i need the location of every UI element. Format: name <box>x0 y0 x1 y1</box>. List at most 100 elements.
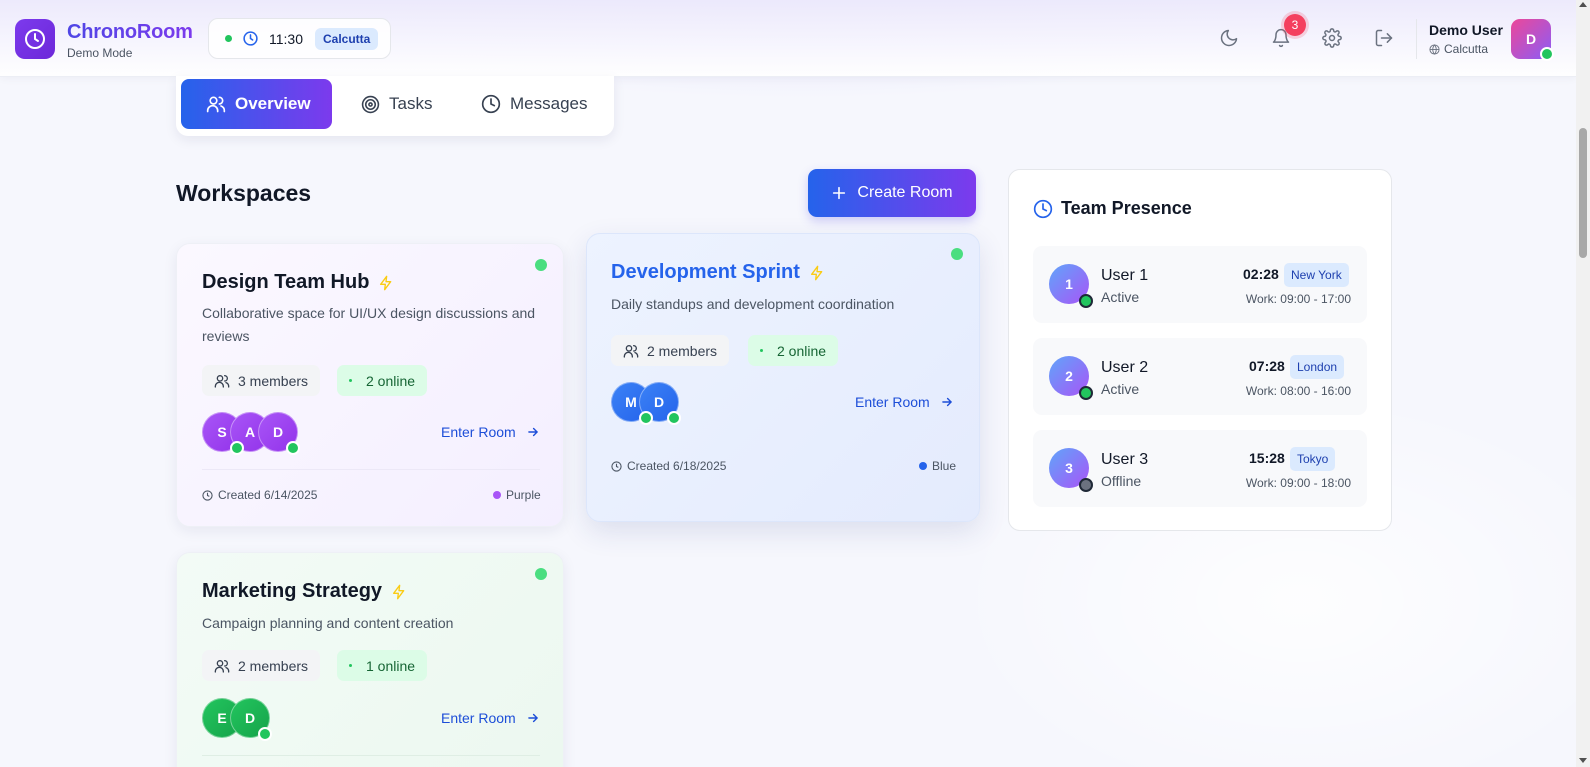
clock-icon <box>243 31 258 46</box>
online-chip: 1 online <box>337 650 428 681</box>
user-status: Active <box>1101 381 1140 397</box>
tab-tasks-label: Tasks <box>389 94 433 113</box>
clock-icon <box>202 489 213 501</box>
gear-icon <box>1322 28 1342 48</box>
color-dot <box>493 491 501 499</box>
arrow-right-icon <box>527 427 538 437</box>
user-name: User 1 <box>1101 267 1149 284</box>
member-avatars: S A D <box>202 412 302 455</box>
notification-count-badge[interactable]: 3 <box>1284 14 1306 36</box>
presence-user-row[interactable]: 2 User 2 Active 07:28 London Work: 08:00… <box>1033 338 1367 415</box>
presence-title: Team Presence <box>1033 198 1192 219</box>
online-chip: 2 online <box>337 365 428 396</box>
clock-icon <box>1033 199 1053 218</box>
user-local-time: 02:28 <box>1243 266 1279 282</box>
room-name: Marketing Strategy <box>202 580 383 602</box>
tab-messages[interactable]: Messages <box>481 79 587 129</box>
member-avatars: E D <box>202 698 282 741</box>
user-local-time: 07:28 <box>1249 358 1285 374</box>
logout-button[interactable] <box>1372 26 1396 50</box>
online-dot <box>349 664 352 667</box>
settings-button[interactable] <box>1320 26 1344 50</box>
online-dot <box>349 379 352 382</box>
presence-user-row[interactable]: 1 User 1 Active 02:28 New York Work: 09:… <box>1033 246 1367 323</box>
user-name: Demo User <box>1429 22 1503 38</box>
room-status-dot <box>535 259 547 271</box>
presence-user-row[interactable]: 3 User 3 Offline 15:28 Tokyo Work: 09:00… <box>1033 430 1367 507</box>
room-color-name: Blue <box>932 459 957 473</box>
enter-room-label: Enter Room <box>441 424 516 440</box>
room-name: Design Team Hub <box>202 271 370 293</box>
clock-icon <box>481 94 501 114</box>
color-dot <box>919 462 927 470</box>
card-divider <box>202 469 540 470</box>
user-local-time: 15:28 <box>1249 450 1285 466</box>
moon-icon <box>1220 29 1238 47</box>
lightning-icon <box>380 275 392 290</box>
tab-overview-label: Overview <box>235 94 311 113</box>
users-icon <box>206 96 226 113</box>
member-online-dot <box>286 441 300 455</box>
user-online-dot <box>1079 386 1093 400</box>
target-icon <box>361 95 380 113</box>
header-divider <box>1416 19 1417 59</box>
user-offline-dot <box>1079 478 1093 492</box>
scroll-up-arrow[interactable] <box>1579 2 1587 7</box>
workspaces-title: Workspaces <box>176 180 312 206</box>
online-count: 2 online <box>366 372 416 389</box>
team-presence-panel: Team Presence 1 User 1 Active 02:28 New … <box>1008 169 1392 531</box>
room-status-dot <box>951 248 963 260</box>
card-divider <box>202 755 540 756</box>
users-icon <box>623 344 639 358</box>
room-title: Marketing Strategy <box>202 580 407 603</box>
user-online-indicator <box>1540 47 1554 61</box>
room-created: Created 6/14/2025 <box>202 488 317 502</box>
plus-icon <box>833 186 846 200</box>
arrow-right-icon <box>527 713 538 723</box>
page-scrollbar[interactable] <box>1576 0 1590 767</box>
tab-tasks[interactable]: Tasks <box>361 79 432 129</box>
online-dot <box>760 349 763 352</box>
room-card-marketing[interactable]: Marketing Strategy Campaign planning and… <box>176 552 564 767</box>
clock-time: 11:30 <box>269 30 303 47</box>
tab-overview[interactable]: Overview <box>181 79 332 129</box>
member-online-dot <box>667 411 681 425</box>
online-chip: 2 online <box>748 335 839 366</box>
clock-logo-icon <box>25 29 45 49</box>
room-color-tag: Purple <box>493 488 541 502</box>
create-room-button[interactable]: Create Room <box>808 169 976 217</box>
room-description: Campaign planning and content creation <box>202 615 454 631</box>
tab-messages-label: Messages <box>510 94 588 113</box>
room-color-tag: Blue <box>919 459 956 473</box>
members-chip: 2 members <box>202 650 321 681</box>
scroll-thumb[interactable] <box>1579 128 1587 258</box>
enter-room-label: Enter Room <box>441 710 516 726</box>
room-created-text: Created 6/18/2025 <box>627 459 727 473</box>
live-indicator <box>225 35 232 42</box>
user-city-badge: New York <box>1284 263 1349 287</box>
room-card-design[interactable]: Design Team Hub Collaborative space for … <box>176 243 564 527</box>
member-online-dot <box>230 441 244 455</box>
user-name: User 3 <box>1101 451 1149 468</box>
app-logo[interactable] <box>15 19 55 59</box>
theme-toggle-button[interactable] <box>1217 26 1241 50</box>
brand: ChronoRoom Demo Mode <box>67 21 193 60</box>
logout-icon <box>1375 29 1393 47</box>
room-title: Development Sprint <box>611 261 825 284</box>
enter-room-link[interactable]: Enter Room <box>855 394 954 410</box>
room-created-text: Created 6/14/2025 <box>218 488 318 502</box>
user-status: Active <box>1101 289 1140 305</box>
members-count: 3 members <box>238 372 309 389</box>
room-status-dot <box>535 568 547 580</box>
room-card-development[interactable]: Development Sprint Daily standups and de… <box>586 233 980 522</box>
user-work-hours: Work: 09:00 - 18:00 <box>1245 476 1351 490</box>
user-work-hours: Work: 08:00 - 16:00 <box>1245 384 1351 398</box>
member-avatars: M D <box>611 382 691 425</box>
enter-room-link[interactable]: Enter Room <box>441 424 540 440</box>
scroll-down-arrow[interactable] <box>1579 758 1587 763</box>
user-name: User 2 <box>1101 359 1149 376</box>
user-status: Offline <box>1101 473 1142 489</box>
members-count: 2 members <box>238 657 309 674</box>
room-title: Design Team Hub <box>202 271 394 294</box>
enter-room-link[interactable]: Enter Room <box>441 710 540 726</box>
